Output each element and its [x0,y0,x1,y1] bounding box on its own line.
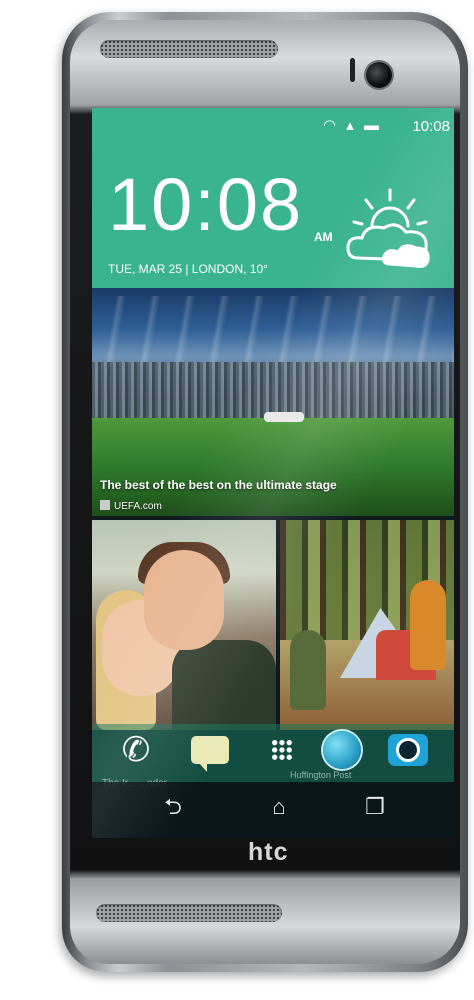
recent-apps-icon[interactable]: ❐ [360,792,390,822]
source-icon [100,500,110,510]
clock-time: 10:08 [108,163,304,246]
status-bar: ◠ ▴ ▬ 10:08 [92,108,454,138]
clock-date-location: TUE, MAR 25 | LONDON, 10° [108,262,268,276]
clock-ampm: AM [314,230,333,244]
speaker-grille-icon [100,40,278,58]
back-icon[interactable]: ⮌ [158,792,188,822]
trophy-banner [264,412,304,422]
clock-weather-widget[interactable]: 10:08 AM TUE, MAR 25 | LONDON, 10° [92,138,454,288]
news-headline: The best of the best on the ultimate sta… [100,478,337,492]
couple-photo-tile[interactable] [92,520,276,730]
photo-person [410,580,446,670]
front-camera-icon [366,62,392,88]
stadium-crowd [92,362,454,418]
news-source-label: UEFA.com [114,501,162,512]
news-card[interactable]: The best of the best on the ultimate sta… [92,288,454,516]
speaker-grille-icon [96,904,282,922]
news-source: UEFA.com [100,500,162,512]
camping-photo-tile[interactable] [280,520,454,730]
home-screen: ◠ ▴ ▬ 10:08 10:08 AM TUE, MAR 25 | LONDO… [92,108,454,838]
photo-person [144,550,224,650]
navigation-bar: ⮌ ⌂ ❐ [92,782,454,838]
message-bubble-icon[interactable] [190,730,230,772]
status-icons: ◠ ▴ ▬ [323,117,382,134]
home-icon[interactable]: ⌂ [264,792,294,822]
photo-person [290,630,326,710]
status-time: 10:08 [412,118,450,135]
partly-cloudy-icon [346,188,430,268]
sensor-slot [350,58,355,82]
camera-icon[interactable] [388,730,428,770]
globe-icon[interactable] [322,730,362,770]
tile-caption: Huffington Post [290,770,352,780]
stadium-lights [92,296,454,366]
htc-logo: htc [248,838,289,866]
photo-person [172,640,276,730]
phone-icon[interactable]: ✆ [116,730,156,770]
app-dock: ✆ [92,724,454,782]
apps-grid-icon[interactable] [262,730,302,770]
